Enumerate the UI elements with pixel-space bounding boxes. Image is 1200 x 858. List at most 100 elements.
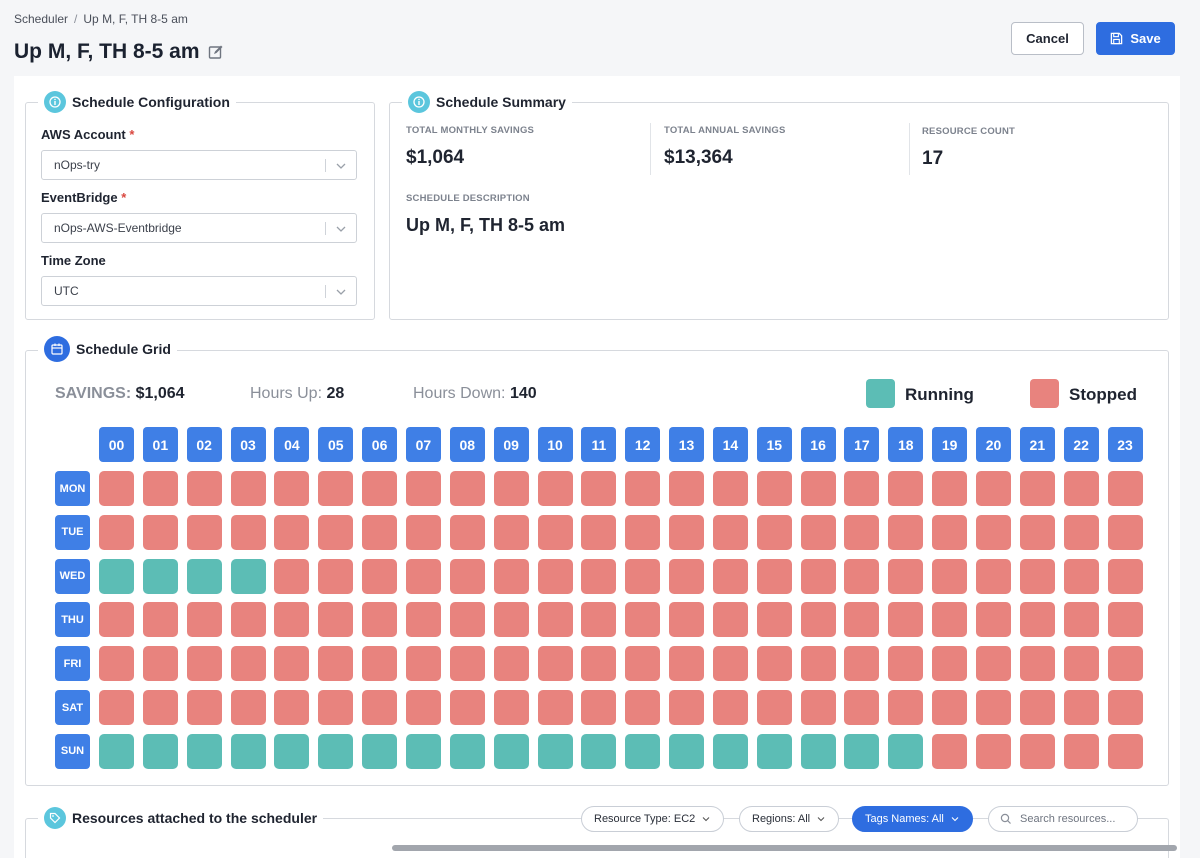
cancel-button[interactable]: Cancel [1011,22,1084,55]
hour-header-16[interactable]: 16 [800,427,836,462]
grid-cell-thu-19-stopped[interactable] [932,602,968,638]
grid-cell-thu-13-stopped[interactable] [669,602,705,638]
grid-cell-sat-10-stopped[interactable] [537,690,573,725]
grid-cell-mon-02-stopped[interactable] [186,471,222,506]
grid-cell-sun-17-running[interactable] [844,733,880,769]
grid-cell-fri-23-stopped[interactable] [1107,646,1143,682]
grid-cell-thu-10-stopped[interactable] [537,602,573,638]
grid-cell-sun-07-running[interactable] [405,733,441,769]
grid-cell-sat-21-stopped[interactable] [1019,690,1055,725]
grid-cell-sun-13-running[interactable] [669,733,705,769]
grid-cell-fri-09-stopped[interactable] [493,646,529,682]
grid-cell-fri-22-stopped[interactable] [1063,646,1099,682]
grid-cell-mon-14-stopped[interactable] [712,471,748,506]
hour-header-09[interactable]: 09 [493,427,529,462]
grid-cell-wed-14-stopped[interactable] [712,558,748,594]
grid-cell-tue-21-stopped[interactable] [1019,514,1055,550]
grid-cell-sat-01-stopped[interactable] [142,690,178,725]
grid-cell-sat-14-stopped[interactable] [712,690,748,725]
grid-cell-tue-10-stopped[interactable] [537,514,573,550]
grid-cell-sat-16-stopped[interactable] [800,690,836,725]
grid-cell-mon-01-stopped[interactable] [142,471,178,506]
grid-cell-tue-13-stopped[interactable] [669,514,705,550]
grid-cell-mon-23-stopped[interactable] [1107,471,1143,506]
save-button[interactable]: Save [1096,22,1175,55]
day-header-tue[interactable]: TUE [55,514,90,550]
grid-cell-thu-06-stopped[interactable] [362,602,398,638]
grid-cell-tue-05-stopped[interactable] [318,514,354,550]
grid-cell-fri-04-stopped[interactable] [274,646,310,682]
grid-cell-thu-22-stopped[interactable] [1063,602,1099,638]
grid-cell-tue-01-stopped[interactable] [142,514,178,550]
grid-cell-sun-23-stopped[interactable] [1107,733,1143,769]
grid-cell-tue-06-stopped[interactable] [362,514,398,550]
hour-header-17[interactable]: 17 [844,427,880,462]
grid-cell-sat-00-stopped[interactable] [99,690,134,725]
horizontal-scrollbar[interactable] [392,845,1177,851]
grid-cell-sun-18-running[interactable] [888,733,924,769]
grid-cell-wed-08-stopped[interactable] [449,558,485,594]
hour-header-05[interactable]: 05 [318,427,354,462]
grid-cell-sat-18-stopped[interactable] [888,690,924,725]
grid-cell-sat-12-stopped[interactable] [625,690,661,725]
grid-cell-sun-22-stopped[interactable] [1063,733,1099,769]
grid-cell-tue-08-stopped[interactable] [449,514,485,550]
grid-cell-thu-07-stopped[interactable] [405,602,441,638]
grid-cell-fri-16-stopped[interactable] [800,646,836,682]
aws-account-select[interactable]: nOps-try [41,150,357,180]
grid-cell-wed-12-stopped[interactable] [625,558,661,594]
grid-cell-wed-16-stopped[interactable] [800,558,836,594]
hour-header-21[interactable]: 21 [1019,427,1055,462]
grid-cell-tue-16-stopped[interactable] [800,514,836,550]
grid-cell-mon-10-stopped[interactable] [537,471,573,506]
hour-header-03[interactable]: 03 [230,427,266,462]
grid-cell-wed-00-running[interactable] [99,558,134,594]
grid-cell-tue-19-stopped[interactable] [932,514,968,550]
hour-header-00[interactable]: 00 [99,427,134,462]
grid-cell-sun-01-running[interactable] [142,733,178,769]
grid-cell-mon-11-stopped[interactable] [581,471,617,506]
hour-header-15[interactable]: 15 [756,427,792,462]
grid-cell-thu-18-stopped[interactable] [888,602,924,638]
grid-cell-tue-17-stopped[interactable] [844,514,880,550]
grid-cell-wed-01-running[interactable] [142,558,178,594]
grid-cell-thu-09-stopped[interactable] [493,602,529,638]
grid-cell-mon-17-stopped[interactable] [844,471,880,506]
grid-cell-wed-22-stopped[interactable] [1063,558,1099,594]
day-header-fri[interactable]: FRI [55,646,90,682]
grid-cell-sun-20-stopped[interactable] [976,733,1011,769]
grid-cell-sun-04-running[interactable] [274,733,310,769]
grid-cell-thu-12-stopped[interactable] [625,602,661,638]
grid-cell-mon-08-stopped[interactable] [449,471,485,506]
grid-cell-fri-15-stopped[interactable] [756,646,792,682]
grid-cell-fri-19-stopped[interactable] [932,646,968,682]
grid-cell-thu-15-stopped[interactable] [756,602,792,638]
grid-cell-fri-14-stopped[interactable] [712,646,748,682]
hour-header-12[interactable]: 12 [625,427,661,462]
timezone-select[interactable]: UTC [41,276,357,306]
grid-cell-sun-00-running[interactable] [99,733,134,769]
tags-filter[interactable]: Tags Names: All [852,806,973,832]
grid-cell-sat-04-stopped[interactable] [274,690,310,725]
grid-cell-sun-16-running[interactable] [800,733,836,769]
grid-cell-thu-02-stopped[interactable] [186,602,222,638]
grid-cell-sun-05-running[interactable] [318,733,354,769]
hour-header-19[interactable]: 19 [932,427,968,462]
grid-cell-fri-01-stopped[interactable] [142,646,178,682]
grid-cell-sun-02-running[interactable] [186,733,222,769]
grid-cell-wed-06-stopped[interactable] [362,558,398,594]
grid-cell-thu-21-stopped[interactable] [1019,602,1055,638]
search-resources-input[interactable]: Search resources... [988,806,1138,832]
day-header-sun[interactable]: SUN [55,733,90,769]
grid-cell-thu-01-stopped[interactable] [142,602,178,638]
hour-header-23[interactable]: 23 [1107,427,1143,462]
grid-cell-mon-16-stopped[interactable] [800,471,836,506]
edit-icon[interactable] [208,44,224,60]
eventbridge-select[interactable]: nOps-AWS-Eventbridge [41,213,357,243]
grid-cell-sat-17-stopped[interactable] [844,690,880,725]
grid-cell-tue-04-stopped[interactable] [274,514,310,550]
grid-cell-wed-18-stopped[interactable] [888,558,924,594]
grid-cell-sat-09-stopped[interactable] [493,690,529,725]
grid-cell-sat-22-stopped[interactable] [1063,690,1099,725]
grid-cell-mon-12-stopped[interactable] [625,471,661,506]
